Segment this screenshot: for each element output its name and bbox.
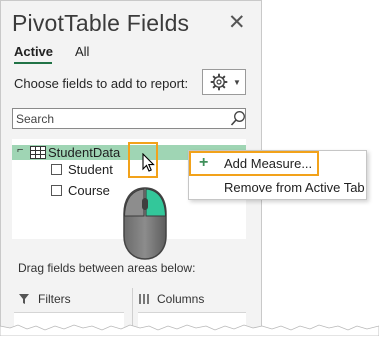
field-label-student[interactable]: Student [68,162,113,177]
search-icon[interactable] [230,110,246,127]
pane-title: PivotTable Fields [12,10,190,36]
checkbox-student[interactable] [51,164,62,175]
table-name[interactable]: StudentData [48,145,120,160]
collapse-icon[interactable]: ⌐ [17,144,23,156]
table-icon [30,146,46,159]
chevron-down-icon: ▼ [233,78,241,87]
torn-edge [0,324,379,336]
mouse-right-click-icon [123,187,167,260]
close-icon[interactable]: ✕ [228,12,246,33]
tab-all[interactable]: All [75,44,89,59]
plus-icon: + [199,154,209,171]
search-input[interactable]: Search [12,108,246,129]
cursor-arrow-icon [142,153,155,172]
menu-item-add-measure[interactable]: Add Measure... [224,156,312,171]
checkbox-course[interactable] [51,185,62,196]
tools-button[interactable]: ▼ [202,69,246,95]
tab-active[interactable]: Active [14,44,53,59]
choose-fields-label: Choose fields to add to report: [14,76,189,91]
search-placeholder: Search [16,112,55,126]
active-tab-indicator [14,62,52,64]
area-label-columns: Columns [157,292,205,306]
menu-item-remove-from-active-tab[interactable]: Remove from Active Tab [224,180,365,195]
filter-icon [19,294,29,304]
field-label-course[interactable]: Course [68,183,110,198]
columns-icon [139,294,149,304]
drag-instructions: Drag fields between areas below: [18,261,196,275]
gear-icon [210,73,228,91]
area-label-filters: Filters [38,292,71,306]
